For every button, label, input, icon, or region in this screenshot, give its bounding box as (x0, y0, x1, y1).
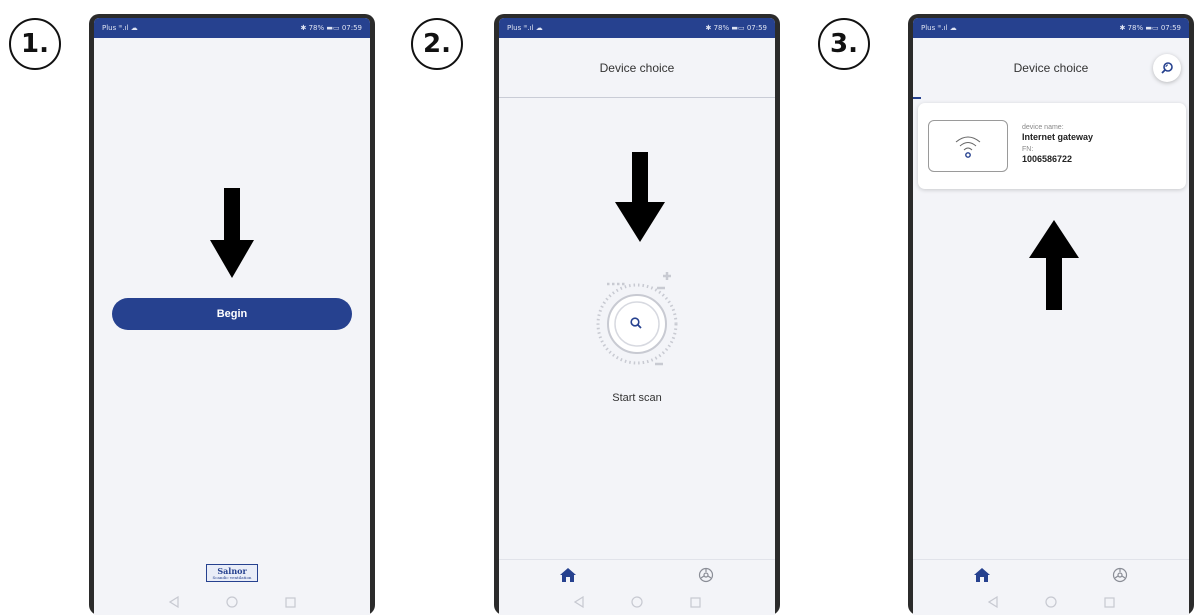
down-arrow-icon (210, 188, 254, 278)
settings-icon[interactable] (694, 563, 718, 587)
bottom-tab-bar (499, 559, 775, 589)
logo-text: Salnor (217, 565, 247, 576)
step-badge-3: 3. (818, 18, 870, 70)
screen-2: Plus ᴵᴵᴵ.ıl ☁ ✱ 78% ▬▭ 07:59 Device choi… (499, 18, 775, 615)
page-title: Device choice (913, 38, 1189, 99)
device-card[interactable]: device name: Internet gateway FN: 100658… (918, 103, 1186, 189)
back-triangle-icon[interactable] (166, 594, 182, 610)
status-left: Plus ᴵᴵᴵ.ıl ☁ (921, 24, 957, 32)
status-bar: Plus ᴵᴵᴵ.ıl ☁ ✱ 78% ▬▭ 07:59 (913, 18, 1189, 38)
start-scan-label: Start scan (612, 392, 662, 404)
status-right: ✱ 78% ▬▭ 07:59 (1119, 24, 1182, 32)
square-icon[interactable] (1101, 594, 1117, 610)
device-fn-label: FN: (1022, 146, 1034, 153)
page-title: Device choice (499, 38, 775, 98)
settings-icon[interactable] (1108, 563, 1132, 587)
step-badge-2: 2. (411, 18, 463, 70)
phone-screen-1: Plus ᴵᴵᴵ.ıl ☁ ✱ 78% ▬▭ 07:59 Begin Salno… (89, 14, 375, 615)
circle-icon[interactable] (629, 594, 645, 610)
up-arrow-icon (1029, 220, 1079, 310)
home-icon[interactable] (970, 563, 994, 587)
page-title-text: Device choice (1013, 61, 1089, 75)
start-scan-dial[interactable] (591, 268, 691, 368)
search-icon (1161, 62, 1173, 74)
salnor-logo: Salnor Scandic ventilation (206, 564, 258, 582)
device-info: device name: Internet gateway FN: 100658… (1022, 124, 1093, 169)
page-title-text: Device choice (599, 60, 675, 75)
device-fn-value: 1006586722 (1022, 154, 1073, 165)
begin-button[interactable]: Begin (112, 298, 352, 330)
device-name-label: device name: (1022, 123, 1064, 131)
back-triangle-icon[interactable] (985, 594, 1001, 610)
status-right: ✱ 78% ▬▭ 07:59 (300, 24, 363, 32)
down-arrow-icon (615, 152, 665, 242)
circle-icon[interactable] (1043, 594, 1059, 610)
step-badge-1: 1. (9, 18, 61, 70)
status-right: ✱ 78% ▬▭ 07:59 (705, 24, 768, 32)
device-name-value: Internet gateway (1022, 131, 1094, 142)
rescan-search-button[interactable] (1153, 54, 1181, 82)
home-icon[interactable] (556, 563, 580, 587)
system-nav-bar (913, 589, 1189, 615)
square-icon[interactable] (282, 594, 298, 610)
tab-indicator (913, 97, 921, 99)
device-icon-box (928, 120, 1008, 172)
bottom-tab-bar (913, 559, 1189, 589)
phone-screen-2: Plus ᴵᴵᴵ.ıl ☁ ✱ 78% ▬▭ 07:59 Device choi… (494, 14, 780, 615)
system-nav-bar (499, 589, 775, 615)
wifi-icon (955, 136, 981, 158)
status-left: Plus ᴵᴵᴵ.ıl ☁ (507, 24, 543, 32)
screen-3: Plus ᴵᴵᴵ.ıl ☁ ✱ 78% ▬▭ 07:59 Device choi… (913, 18, 1189, 615)
square-icon[interactable] (687, 594, 703, 610)
system-nav-bar (94, 589, 370, 615)
screen-1: Plus ᴵᴵᴵ.ıl ☁ ✱ 78% ▬▭ 07:59 Begin Salno… (94, 18, 370, 615)
status-bar: Plus ᴵᴵᴵ.ıl ☁ ✱ 78% ▬▭ 07:59 (499, 18, 775, 38)
status-left: Plus ᴵᴵᴵ.ıl ☁ (102, 24, 138, 32)
phone-screen-3: Plus ᴵᴵᴵ.ıl ☁ ✱ 78% ▬▭ 07:59 Device choi… (908, 14, 1194, 615)
status-bar: Plus ᴵᴵᴵ.ıl ☁ ✱ 78% ▬▭ 07:59 (94, 18, 370, 38)
back-triangle-icon[interactable] (571, 594, 587, 610)
logo-subtext: Scandic ventilation (212, 574, 252, 580)
circle-icon[interactable] (224, 594, 240, 610)
